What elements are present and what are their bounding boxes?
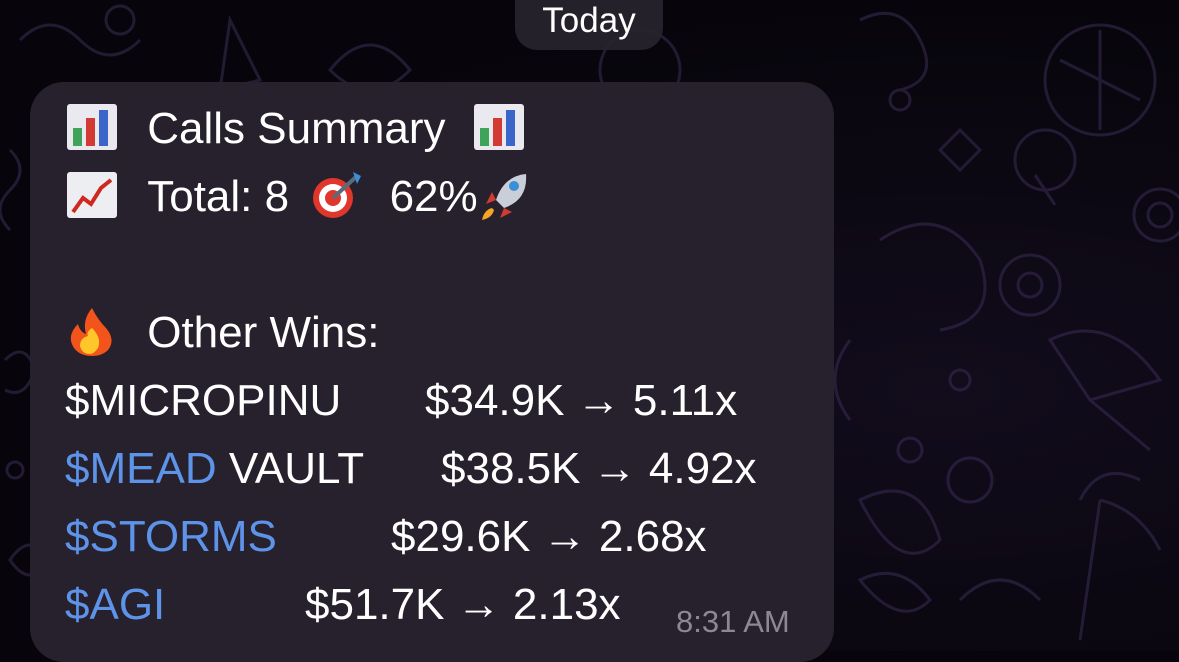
- message-timestamp: 8:31 AM: [676, 604, 790, 639]
- bar-chart-icon: [65, 100, 119, 154]
- total-line: Total: 8 62%: [65, 172, 532, 226]
- direct-hit-icon: [309, 168, 363, 222]
- total-count: Total: 8: [147, 172, 290, 221]
- bar-chart-icon: [472, 100, 526, 154]
- success-rate: 62%: [389, 172, 478, 221]
- other-wins-heading: Other Wins:: [65, 308, 380, 362]
- summary-title-line: Calls Summary: [65, 104, 526, 158]
- win-ticker: $MICROPINU: [65, 376, 342, 425]
- fire-icon: [65, 304, 119, 358]
- other-wins-title: Other Wins:: [147, 308, 380, 357]
- win-ticker-suffix: VAULT: [216, 444, 365, 493]
- win-stat: $51.7K → 2.13x: [305, 580, 621, 629]
- chart-increasing-icon: [65, 168, 119, 222]
- win-ticker-link[interactable]: $STORMS: [65, 512, 277, 562]
- rocket-icon: [478, 168, 532, 222]
- win-stat: $29.6K → 2.68x: [391, 512, 707, 561]
- summary-title: Calls Summary: [147, 104, 446, 153]
- win-ticker-link[interactable]: $AGI: [65, 580, 165, 630]
- win-stat: $38.5K → 4.92x: [441, 444, 757, 493]
- message-bubble[interactable]: Calls Summary Total: 8 62% Other Wins: $…: [30, 82, 834, 662]
- win-stat: $34.9K → 5.11x: [425, 376, 738, 425]
- win-ticker-link[interactable]: $MEAD: [65, 444, 217, 493]
- date-separator: Today: [515, 0, 663, 50]
